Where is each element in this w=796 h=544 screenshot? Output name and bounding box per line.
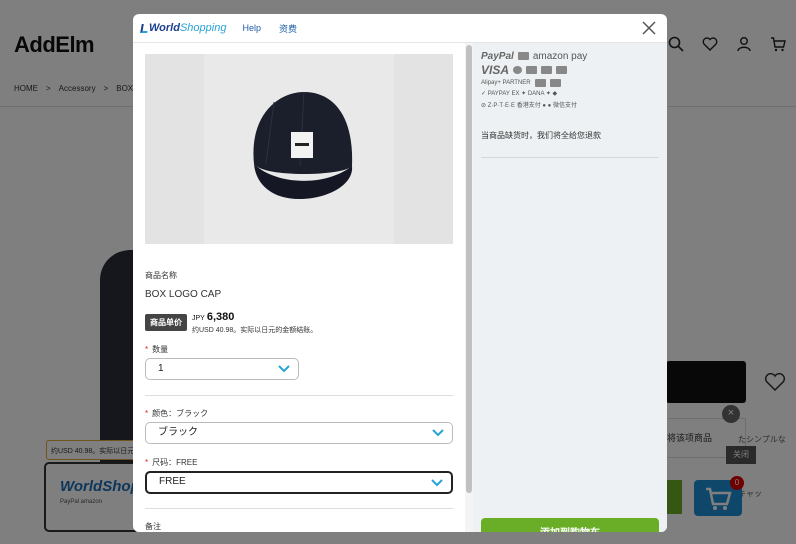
diners-icon: [556, 66, 568, 74]
price-currency: JPY: [192, 315, 205, 322]
wallet-logos: ⊘ Z·P·T·E·E 香港支付 ● ● 微信支付: [481, 103, 577, 109]
refund-notice: 当商品缺货时，我们将全给您退款: [481, 131, 601, 140]
cap-illustration: [253, 91, 353, 199]
product-name-label: 商品名称: [145, 271, 177, 280]
product-form: 商品名称 BOX LOGO CAP 商品单价 JPY 6,380 约USD 40.…: [133, 43, 465, 532]
jcb-icon: [526, 66, 538, 74]
chevron-down-icon: [432, 429, 444, 437]
section-divider: [145, 508, 453, 509]
worldshopping-mark-icon: [140, 23, 149, 33]
price-note: 约USD 40.98。实际以日元的金额结账。: [192, 327, 318, 334]
visa-logo: VISA: [481, 63, 510, 77]
modal-header: World Shopping Help 资费: [133, 14, 667, 43]
chevron-down-icon: [278, 365, 290, 373]
amazon-pay-logo: amazon pay: [532, 50, 588, 62]
left-scrollbar[interactable]: [465, 43, 473, 532]
color-select[interactable]: ブラック: [145, 422, 453, 444]
unit-price-badge: 商品单价: [145, 314, 187, 331]
close-icon[interactable]: [641, 20, 657, 36]
required-mark: *: [145, 345, 149, 354]
card-icon: [517, 52, 529, 60]
amex-icon: [541, 66, 553, 74]
payment-row: PayPal amazon pay: [481, 49, 665, 63]
product-image: [145, 54, 453, 244]
payment-row: VISA: [481, 63, 665, 77]
add-to-cart-button[interactable]: 添加到购物车: [481, 518, 659, 532]
panel-divider: [481, 157, 659, 158]
quantity-select[interactable]: 1: [145, 358, 299, 380]
worldshopping-logo[interactable]: World Shopping: [140, 22, 226, 34]
required-mark: *: [145, 458, 149, 467]
chevron-down-icon: [431, 479, 443, 487]
product-price: JPY 6,380: [192, 311, 234, 323]
alipay-partner-logo: Alipay+ PARTNER: [481, 79, 531, 86]
scrollbar-thumb[interactable]: [466, 45, 472, 493]
fees-link[interactable]: 资费: [279, 22, 297, 35]
wallet-logos: ✓ PAYPAY EX ✦ DANA ✦ ◆: [481, 91, 558, 97]
note-label: 备注: [145, 522, 161, 531]
wallet-icon: [549, 78, 561, 87]
size-label: * 尺码：FREE: [145, 458, 198, 467]
price-value: 6,380: [206, 311, 235, 323]
payment-row: Alipay+ PARTNER: [481, 77, 665, 88]
paypal-logo: PayPal: [481, 50, 514, 62]
help-link[interactable]: Help: [242, 23, 261, 33]
size-select[interactable]: FREE: [145, 471, 453, 494]
worldshopping-modal: WorldShopping Help 资费 商品名称 BOX LOGO CAP: [133, 14, 667, 532]
mastercard-icon: [513, 66, 523, 74]
color-label: * 颜色：ブラック: [145, 409, 209, 418]
payment-methods: PayPal amazon pay VISA Alipay+ PARTNER ✓…: [481, 49, 665, 111]
required-mark: *: [145, 409, 149, 418]
product-name: BOX LOGO CAP: [145, 289, 222, 300]
payment-row: ✓ PAYPAY EX ✦ DANA ✦ ◆: [481, 88, 665, 99]
checkout-panel: PayPal amazon pay VISA Alipay+ PARTNER ✓…: [473, 43, 667, 532]
section-divider: [145, 395, 453, 396]
payment-row: ⊘ Z·P·T·E·E 香港支付 ● ● 微信支付: [481, 99, 665, 110]
quantity-label: * 数量: [145, 345, 169, 354]
wallet-icon: [534, 78, 546, 87]
